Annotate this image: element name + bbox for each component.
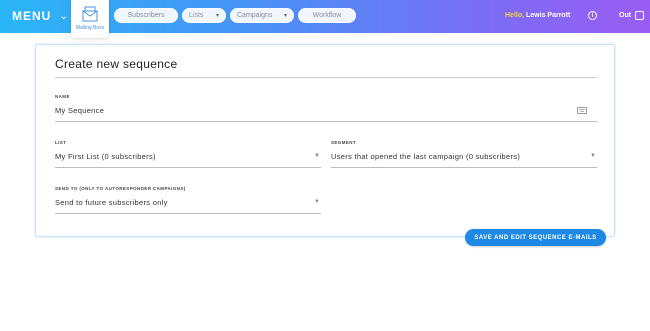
save-and-edit-button[interactable]: SAVE AND EDIT SEQUENCE E-MAILS bbox=[465, 229, 606, 246]
nav-lists-label: Lists bbox=[189, 12, 204, 19]
list-underline bbox=[55, 167, 321, 168]
nav-subscribers-label: Subscribers bbox=[127, 12, 165, 19]
caret-down-icon: ▾ bbox=[215, 13, 219, 19]
caret-down-icon: ▾ bbox=[283, 13, 287, 19]
keyboard-icon bbox=[577, 107, 587, 114]
send-to-label: SEND TO (ONLY TO AUTORESPONDER CAMPAIGNS… bbox=[55, 186, 186, 191]
segment-select[interactable]: Users that opened the last campaign (0 s… bbox=[331, 152, 520, 161]
exit-icon[interactable] bbox=[635, 11, 644, 20]
send-to-underline bbox=[55, 213, 321, 214]
page-title: Create new sequence bbox=[55, 57, 178, 71]
top-navigation-bar: MENU ⌄ Mailing Boss Subscribers Lists ▾ … bbox=[0, 0, 650, 38]
name-input[interactable]: My Sequence bbox=[55, 106, 104, 115]
nav-workflow-label: Workflow bbox=[312, 12, 342, 19]
create-sequence-card: Create new sequence NAME My Sequence LIS… bbox=[35, 44, 615, 237]
title-divider bbox=[55, 77, 597, 78]
menu-button[interactable]: MENU ⌄ bbox=[12, 9, 69, 23]
name-label: NAME bbox=[55, 94, 70, 99]
list-select[interactable]: My First List (0 subscribers) bbox=[55, 152, 156, 161]
nav-workflow[interactable]: Workflow bbox=[298, 8, 356, 23]
list-label: LIST bbox=[55, 140, 67, 145]
caret-down-icon[interactable]: ▼ bbox=[314, 199, 320, 205]
nav-lists[interactable]: Lists ▾ bbox=[182, 8, 226, 23]
envelope-icon bbox=[82, 6, 98, 22]
nav-campaigns[interactable]: Campaigns ▾ bbox=[230, 8, 294, 23]
logo-label: Mailing Boss bbox=[75, 25, 105, 31]
send-to-select[interactable]: Send to future subscribers only bbox=[55, 198, 168, 207]
greeting-hello: Hello, bbox=[505, 12, 525, 19]
nav-subscribers[interactable]: Subscribers bbox=[114, 8, 178, 23]
info-icon[interactable]: i bbox=[588, 11, 597, 20]
user-name: Lewis Parrott bbox=[526, 12, 571, 19]
name-underline bbox=[55, 121, 597, 122]
caret-down-icon[interactable]: ▼ bbox=[314, 153, 320, 159]
menu-label: MENU bbox=[12, 9, 52, 23]
user-greeting: Hello, Lewis Parrott bbox=[505, 12, 570, 19]
chevron-down-icon: ⌄ bbox=[59, 10, 69, 22]
app-logo[interactable]: Mailing Boss bbox=[71, 0, 109, 38]
logout-link[interactable]: Out bbox=[619, 12, 631, 19]
nav-campaigns-label: Campaigns bbox=[237, 12, 273, 19]
caret-down-icon[interactable]: ▼ bbox=[590, 153, 596, 159]
segment-label: SEGMENT bbox=[331, 140, 357, 145]
segment-underline bbox=[331, 167, 597, 168]
